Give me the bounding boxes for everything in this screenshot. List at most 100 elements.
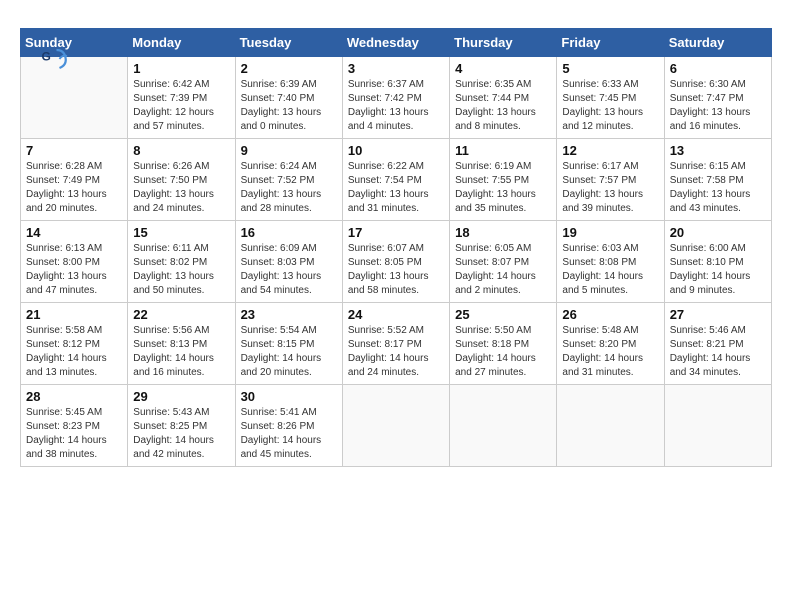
day-info: Sunrise: 5:41 AMSunset: 8:26 PMDaylight:…	[241, 406, 337, 462]
day-number: 1	[133, 61, 229, 76]
calendar-day-cell: 17 Sunrise: 6:07 AMSunset: 8:05 PMDayligh…	[342, 221, 449, 303]
day-number: 2	[241, 61, 337, 76]
day-number: 7	[26, 143, 122, 158]
calendar-day-cell: 25Sunrise: 5:50 AMSunset: 8:18 PMDayligh…	[450, 303, 557, 385]
day-number: 15	[133, 225, 229, 240]
day-info: Sunrise: 6:35 AMSunset: 7:44 PMDaylight:…	[455, 78, 551, 134]
calendar-day-cell: 21 Sunrise: 5:58 AMSunset: 8:12 PMDayligh…	[21, 303, 128, 385]
calendar-empty-cell	[664, 385, 771, 467]
day-number: 25	[455, 307, 551, 322]
day-number: 9	[241, 143, 337, 158]
calendar-day-cell: 2 Sunrise: 6:39 AMSunset: 7:40 PMDaylight…	[235, 57, 342, 139]
calendar-week-row: 14 Sunrise: 6:13 AMSunset: 8:00 PMDayligh…	[21, 221, 772, 303]
calendar-day-cell: 6 Sunrise: 6:30 AMSunset: 7:47 PMDaylight…	[664, 57, 771, 139]
day-info: Sunrise: 5:54 AMSunset: 8:15 PMDaylight:…	[241, 324, 337, 380]
day-number: 16	[241, 225, 337, 240]
day-info: Sunrise: 6:03 AMSunset: 8:08 PMDaylight:…	[562, 242, 658, 298]
calendar-day-cell: 14 Sunrise: 6:13 AMSunset: 8:00 PMDayligh…	[21, 221, 128, 303]
calendar-day-cell: 20 Sunrise: 6:00 AMSunset: 8:10 PMDayligh…	[664, 221, 771, 303]
logo-icon: G	[40, 44, 70, 74]
day-number: 10	[348, 143, 444, 158]
calendar-day-cell: 19 Sunrise: 6:03 AMSunset: 8:08 PMDayligh…	[557, 221, 664, 303]
weekday-header-wednesday: Wednesday	[342, 29, 449, 57]
calendar-day-cell: 9 Sunrise: 6:24 AMSunset: 7:52 PMDaylight…	[235, 139, 342, 221]
day-number: 3	[348, 61, 444, 76]
day-info: Sunrise: 6:26 AMSunset: 7:50 PMDaylight:…	[133, 160, 229, 216]
calendar-week-row: 28 Sunrise: 5:45 AMSunset: 8:23 PMDayligh…	[21, 385, 772, 467]
day-number: 18	[455, 225, 551, 240]
calendar-day-cell: 3 Sunrise: 6:37 AMSunset: 7:42 PMDaylight…	[342, 57, 449, 139]
calendar-day-cell: 12 Sunrise: 6:17 AMSunset: 7:57 PMDayligh…	[557, 139, 664, 221]
weekday-header-thursday: Thursday	[450, 29, 557, 57]
calendar-day-cell: 29 Sunrise: 5:43 AMSunset: 8:25 PMDayligh…	[128, 385, 235, 467]
day-number: 17	[348, 225, 444, 240]
day-info: Sunrise: 6:13 AMSunset: 8:00 PMDaylight:…	[26, 242, 122, 298]
day-info: Sunrise: 6:37 AMSunset: 7:42 PMDaylight:…	[348, 78, 444, 134]
calendar-day-cell: 30Sunrise: 5:41 AMSunset: 8:26 PMDayligh…	[235, 385, 342, 467]
calendar-empty-cell	[342, 385, 449, 467]
day-number: 11	[455, 143, 551, 158]
calendar-day-cell: 26Sunrise: 5:48 AMSunset: 8:20 PMDayligh…	[557, 303, 664, 385]
day-info: Sunrise: 6:28 AMSunset: 7:49 PMDaylight:…	[26, 160, 122, 216]
weekday-header-monday: Monday	[128, 29, 235, 57]
day-info: Sunrise: 6:07 AMSunset: 8:05 PMDaylight:…	[348, 242, 444, 298]
day-number: 19	[562, 225, 658, 240]
calendar-day-cell: 18Sunrise: 6:05 AMSunset: 8:07 PMDayligh…	[450, 221, 557, 303]
calendar-day-cell: 5 Sunrise: 6:33 AMSunset: 7:45 PMDaylight…	[557, 57, 664, 139]
calendar-day-cell: 28 Sunrise: 5:45 AMSunset: 8:23 PMDayligh…	[21, 385, 128, 467]
calendar-day-cell: 15 Sunrise: 6:11 AMSunset: 8:02 PMDayligh…	[128, 221, 235, 303]
day-number: 21	[26, 307, 122, 322]
day-info: Sunrise: 6:39 AMSunset: 7:40 PMDaylight:…	[241, 78, 337, 134]
day-info: Sunrise: 5:46 AMSunset: 8:21 PMDaylight:…	[670, 324, 766, 380]
day-info: Sunrise: 6:15 AMSunset: 7:58 PMDaylight:…	[670, 160, 766, 216]
day-number: 23	[241, 307, 337, 322]
day-number: 28	[26, 389, 122, 404]
calendar-week-row: 1 Sunrise: 6:42 AMSunset: 7:39 PMDaylight…	[21, 57, 772, 139]
day-info: Sunrise: 5:45 AMSunset: 8:23 PMDaylight:…	[26, 406, 122, 462]
day-number: 29	[133, 389, 229, 404]
day-number: 13	[670, 143, 766, 158]
day-info: Sunrise: 6:42 AMSunset: 7:39 PMDaylight:…	[133, 78, 229, 134]
day-number: 8	[133, 143, 229, 158]
day-number: 22	[133, 307, 229, 322]
day-info: Sunrise: 6:19 AMSunset: 7:55 PMDaylight:…	[455, 160, 551, 216]
calendar-day-cell: 11 Sunrise: 6:19 AMSunset: 7:55 PMDayligh…	[450, 139, 557, 221]
day-info: Sunrise: 6:30 AMSunset: 7:47 PMDaylight:…	[670, 78, 766, 134]
day-number: 20	[670, 225, 766, 240]
logo: G	[40, 44, 74, 74]
day-info: Sunrise: 5:58 AMSunset: 8:12 PMDaylight:…	[26, 324, 122, 380]
calendar-day-cell: 1 Sunrise: 6:42 AMSunset: 7:39 PMDaylight…	[128, 57, 235, 139]
day-number: 5	[562, 61, 658, 76]
weekday-header-tuesday: Tuesday	[235, 29, 342, 57]
calendar-day-cell: 13 Sunrise: 6:15 AMSunset: 7:58 PMDayligh…	[664, 139, 771, 221]
day-info: Sunrise: 6:33 AMSunset: 7:45 PMDaylight:…	[562, 78, 658, 134]
calendar-day-cell: 8 Sunrise: 6:26 AMSunset: 7:50 PMDaylight…	[128, 139, 235, 221]
calendar-empty-cell	[21, 57, 128, 139]
calendar-week-row: 21 Sunrise: 5:58 AMSunset: 8:12 PMDayligh…	[21, 303, 772, 385]
day-info: Sunrise: 6:17 AMSunset: 7:57 PMDaylight:…	[562, 160, 658, 216]
weekday-header-friday: Friday	[557, 29, 664, 57]
day-info: Sunrise: 6:09 AMSunset: 8:03 PMDaylight:…	[241, 242, 337, 298]
calendar-empty-cell	[450, 385, 557, 467]
calendar-table: SundayMondayTuesdayWednesdayThursdayFrid…	[20, 28, 772, 467]
day-info: Sunrise: 5:56 AMSunset: 8:13 PMDaylight:…	[133, 324, 229, 380]
calendar-day-cell: 4Sunrise: 6:35 AMSunset: 7:44 PMDaylight…	[450, 57, 557, 139]
day-number: 14	[26, 225, 122, 240]
calendar-week-row: 7 Sunrise: 6:28 AMSunset: 7:49 PMDaylight…	[21, 139, 772, 221]
day-info: Sunrise: 5:43 AMSunset: 8:25 PMDaylight:…	[133, 406, 229, 462]
svg-text:G: G	[42, 50, 51, 64]
calendar-day-cell: 16 Sunrise: 6:09 AMSunset: 8:03 PMDayligh…	[235, 221, 342, 303]
day-number: 6	[670, 61, 766, 76]
calendar-day-cell: 7 Sunrise: 6:28 AMSunset: 7:49 PMDaylight…	[21, 139, 128, 221]
weekday-header-saturday: Saturday	[664, 29, 771, 57]
day-info: Sunrise: 6:24 AMSunset: 7:52 PMDaylight:…	[241, 160, 337, 216]
calendar-day-cell: 22 Sunrise: 5:56 AMSunset: 8:13 PMDayligh…	[128, 303, 235, 385]
calendar-day-cell: 24Sunrise: 5:52 AMSunset: 8:17 PMDayligh…	[342, 303, 449, 385]
day-info: Sunrise: 6:11 AMSunset: 8:02 PMDaylight:…	[133, 242, 229, 298]
day-number: 12	[562, 143, 658, 158]
weekday-header-sunday: Sunday	[21, 29, 128, 57]
day-number: 27	[670, 307, 766, 322]
calendar-day-cell: 27 Sunrise: 5:46 AMSunset: 8:21 PMDayligh…	[664, 303, 771, 385]
calendar-empty-cell	[557, 385, 664, 467]
day-info: Sunrise: 6:00 AMSunset: 8:10 PMDaylight:…	[670, 242, 766, 298]
